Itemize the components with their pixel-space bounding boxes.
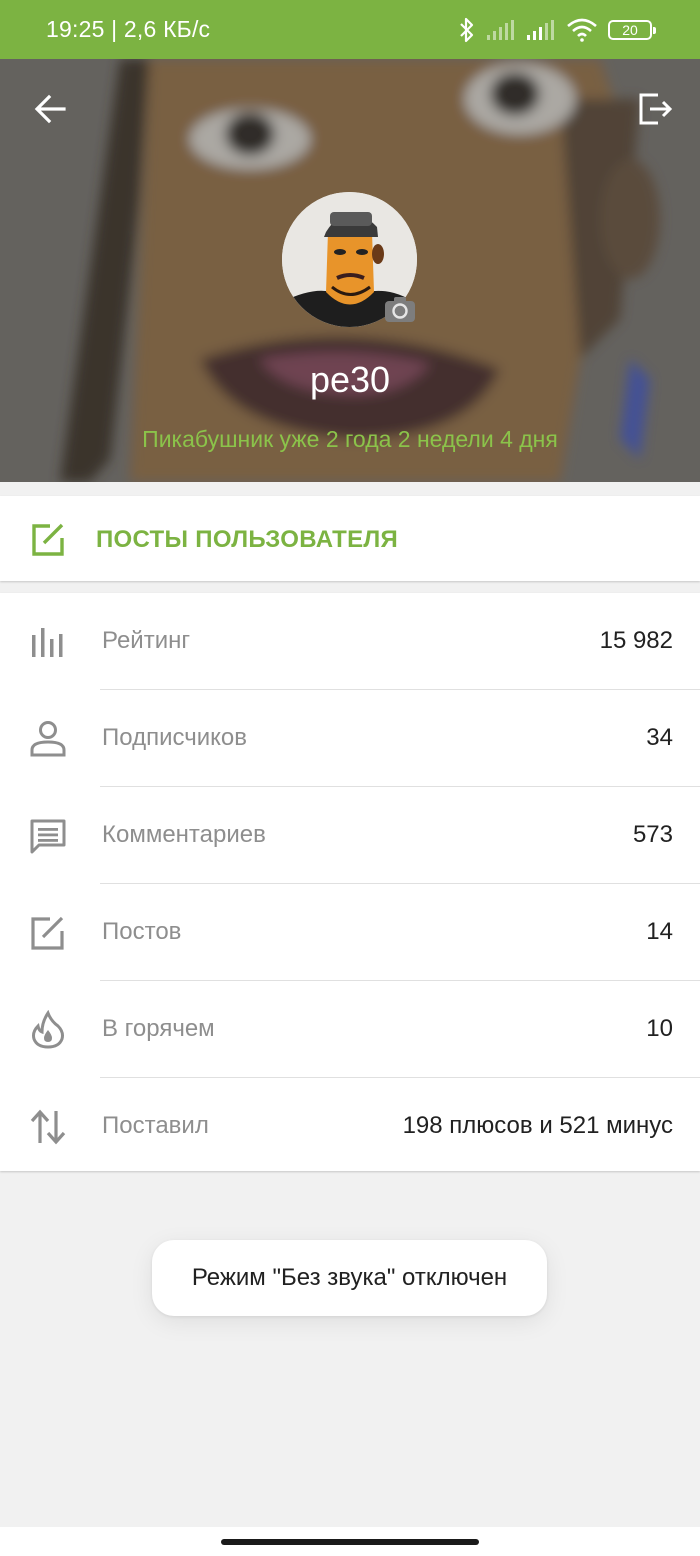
stat-row-votes: Поставил 198 плюсов и 521 минус: [0, 1078, 700, 1175]
stat-value: 198 плюсов и 521 минус: [402, 1112, 673, 1139]
flame-icon: [32, 1010, 64, 1049]
stat-value: 34: [646, 724, 673, 751]
stat-value: 15 982: [599, 627, 673, 654]
status-bar: 19:25 | 2,6 КБ/с 20: [0, 0, 700, 59]
user-posts-label: ПОСТЫ ПОЛЬЗОВАТЕЛЯ: [96, 526, 399, 553]
toast-message: Режим "Без звука" отключен: [152, 1240, 547, 1316]
wifi-icon: [567, 18, 597, 42]
user-posts-button[interactable]: ПОСТЫ ПОЛЬЗОВАТЕЛЯ: [0, 496, 700, 581]
camera-icon[interactable]: [384, 296, 416, 324]
navigation-bar: [0, 1527, 700, 1556]
profile-header: pe30 Пикабушник уже 2 года 2 недели 4 дн…: [0, 59, 700, 482]
toast-text: Режим "Без звука" отключен: [191, 1264, 508, 1291]
status-icons: 20: [458, 17, 656, 43]
stat-row-hot[interactable]: В горячем 10: [0, 981, 700, 1078]
stat-value: 573: [632, 821, 673, 848]
logout-icon[interactable]: [636, 89, 676, 129]
stat-row-subscribers[interactable]: Подписчиков 34: [0, 690, 700, 787]
bar-chart-icon: [32, 628, 63, 657]
stat-row-comments[interactable]: Комментариев 573: [0, 787, 700, 884]
bluetooth-icon: [460, 17, 474, 42]
stat-row-posts[interactable]: Постов 14: [0, 884, 700, 981]
person-icon: [30, 721, 66, 757]
stat-label: Поставил: [102, 1112, 209, 1139]
stat-label: Постов: [102, 918, 182, 945]
sort-arrows-icon: [30, 1109, 66, 1145]
home-indicator[interactable]: [221, 1539, 479, 1545]
stat-label: Рейтинг: [102, 627, 191, 654]
comment-icon: [30, 819, 66, 854]
back-arrow-icon[interactable]: [30, 89, 70, 129]
stats-list: Рейтинг 15 982 Подписчиков 34 Комментари…: [0, 593, 700, 1171]
edit-icon: [31, 916, 64, 950]
username: pe30: [309, 359, 391, 400]
battery-icon: 20: [608, 19, 656, 40]
battery-level: 20: [622, 21, 638, 38]
edit-icon: [32, 523, 64, 556]
signal-weak-icon: [487, 19, 514, 40]
stat-row-rating: Рейтинг 15 982: [0, 593, 700, 690]
stat-label: Подписчиков: [102, 724, 247, 751]
stat-label: Комментариев: [102, 821, 266, 848]
stat-label: В горячем: [102, 1015, 215, 1042]
stat-value: 10: [646, 1015, 673, 1042]
member-since: Пикабушник уже 2 года 2 недели 4 дня: [142, 426, 558, 452]
signal-icon: [527, 19, 554, 40]
status-time-speed: 19:25 | 2,6 КБ/с: [46, 16, 211, 42]
stat-value: 14: [646, 918, 673, 945]
